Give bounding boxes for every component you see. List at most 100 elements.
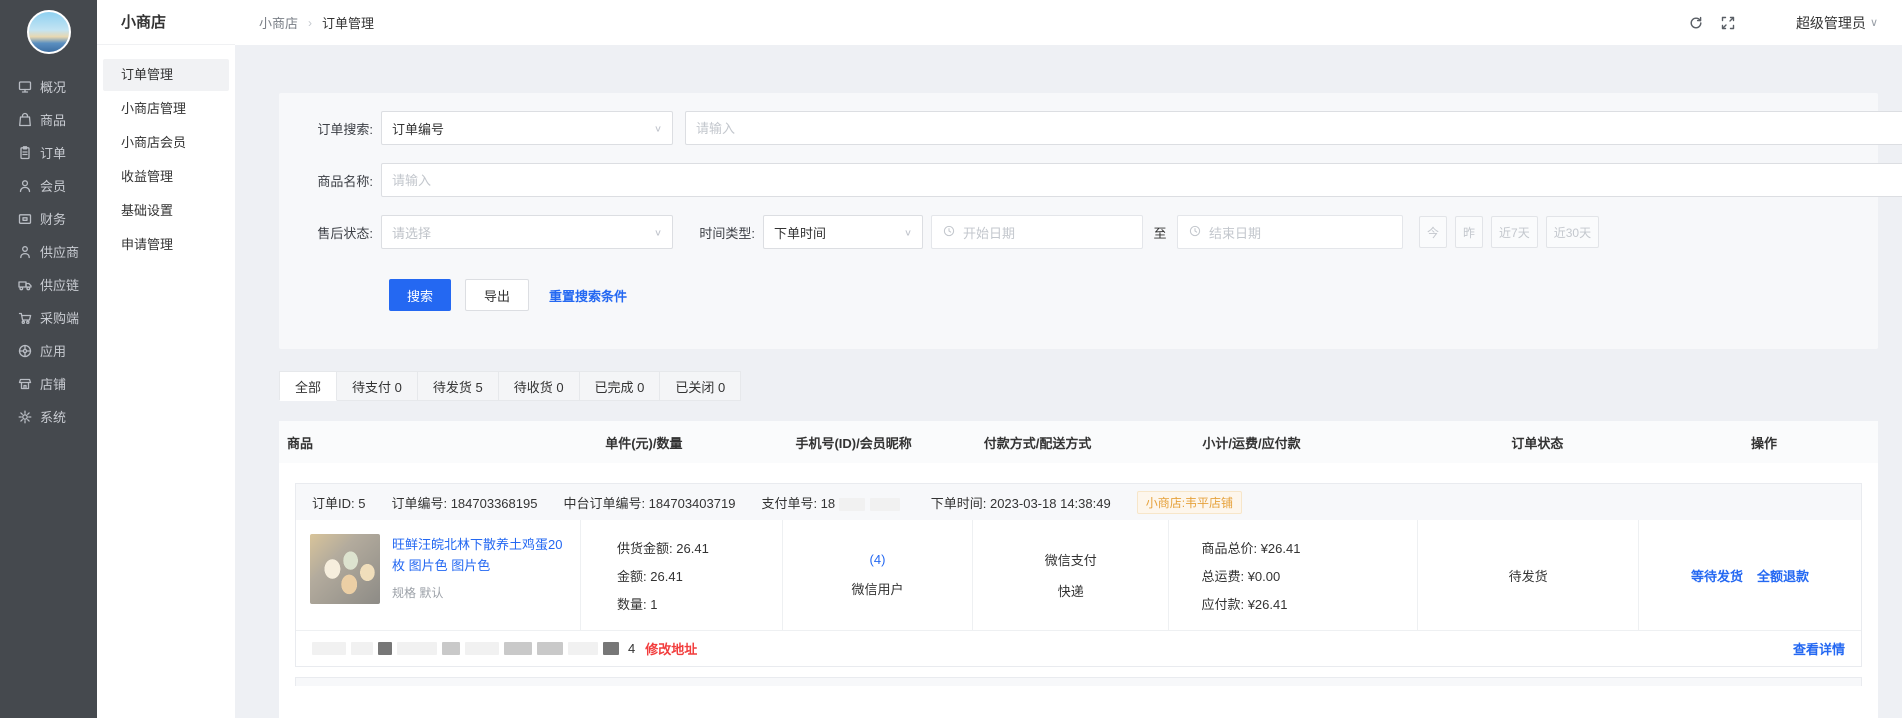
modify-address-link[interactable]: 修改地址 (645, 639, 697, 658)
order-search-input[interactable] (685, 111, 1902, 145)
shipping-total: 总运费: ¥0.00 (1201, 566, 1417, 585)
sidebar-item-supplier[interactable]: 供应商 (0, 235, 97, 268)
content: 订单搜索: 订单编号 ∨ 供应商: 请选择 ∨ 供应链: 请选择 (235, 45, 1902, 718)
tab-pending-shipment[interactable]: 待发货 5 (418, 371, 499, 401)
col-header-member: 手机号(ID)/会员昵称 (775, 433, 969, 452)
sidebar-item-members[interactable]: 会员 (0, 169, 97, 202)
filter-row-1: 订单搜索: 订单编号 ∨ 供应商: 请选择 ∨ 供应链: 请选择 (303, 111, 1854, 145)
breadcrumb-parent[interactable]: 小商店 (259, 13, 298, 32)
submenu-item-revenue-management[interactable]: 收益管理 (103, 161, 229, 193)
order-id: 订单ID: 5 (312, 493, 365, 512)
overview-icon (17, 79, 33, 95)
next-order-block-peek (295, 677, 1862, 686)
sidebar-item-apps[interactable]: 应用 (0, 334, 97, 367)
order-block: 订单ID: 5 订单编号: 184703368195 中台订单编号: 18470… (295, 483, 1862, 667)
delivery-method: 快递 (1058, 581, 1084, 600)
app-logo[interactable] (27, 10, 71, 54)
product-spec: 规格 默认 (392, 584, 568, 601)
status-cell: 待发货 (1417, 520, 1638, 630)
sidebar-item-shop[interactable]: 店铺 (0, 367, 97, 400)
sidebar-item-supply-chain[interactable]: 供应链 (0, 268, 97, 301)
sidebar-item-overview[interactable]: 概况 (0, 70, 97, 103)
sidebar-item-finance[interactable]: 财务 (0, 202, 97, 235)
fullscreen-icon[interactable] (1720, 15, 1736, 31)
chevron-down-icon: ∨ (654, 227, 662, 237)
end-date-input[interactable]: 结束日期 (1177, 215, 1403, 249)
tab-all[interactable]: 全部 (279, 371, 337, 401)
user-avatar[interactable] (1752, 9, 1780, 37)
submenu-item-application-management[interactable]: 申请管理 (103, 229, 229, 261)
product-cell: 旺鲜汪皖北林下散养土鸡蛋20枚 图片色 图片色 规格 默认 (296, 520, 580, 630)
aftersale-select[interactable]: 请选择 ∨ (381, 215, 673, 249)
col-header-actions: 操作 (1650, 433, 1878, 452)
submenu-item-basic-settings[interactable]: 基础设置 (103, 195, 229, 227)
order-search-type-select[interactable]: 订单编号 ∨ (381, 111, 673, 145)
goods-total: 商品总价: ¥26.41 (1201, 538, 1417, 557)
submenu-item-order-management[interactable]: 订单管理 (103, 59, 229, 91)
full-refund-link[interactable]: 全额退款 (1757, 566, 1809, 585)
shortcut-yesterday-button[interactable]: 昨 (1455, 216, 1483, 248)
shop-icon (17, 376, 33, 392)
sidebar-item-orders[interactable]: 订单 (0, 136, 97, 169)
product-image[interactable] (310, 534, 380, 604)
refresh-icon[interactable] (1688, 15, 1704, 31)
start-date-input[interactable]: 开始日期 (931, 215, 1143, 249)
secondary-sidebar: 小商店 订单管理 小商店管理 小商店会员 收益管理 基础设置 申请管理 (97, 0, 235, 718)
tab-pending-payment[interactable]: 待支付 0 (337, 371, 418, 401)
redacted-block (839, 498, 865, 511)
submenu-item-shop-members[interactable]: 小商店会员 (103, 127, 229, 159)
sidebar-item-procurement[interactable]: 采购端 (0, 301, 97, 334)
product-title-link[interactable]: 旺鲜汪皖北林下散养土鸡蛋20枚 图片色 图片色 (392, 534, 568, 577)
reset-filters-link[interactable]: 重置搜索条件 (549, 286, 627, 305)
view-detail-link[interactable]: 查看详情 (1793, 639, 1845, 658)
redacted-block (504, 642, 532, 655)
redacted-block (603, 642, 619, 655)
sidebar-item-label: 应用 (40, 341, 66, 360)
apps-icon (17, 343, 33, 359)
clock-icon (1188, 224, 1202, 241)
time-type-select[interactable]: 下单时间 ∨ (763, 215, 923, 249)
order-number: 订单编号: 184703368195 (391, 493, 537, 512)
primary-sidebar: 概况 商品 订单 会员 财务 供应商 供应链 采购端 (0, 0, 97, 718)
submenu-nav: 订单管理 小商店管理 小商店会员 收益管理 基础设置 申请管理 (97, 45, 235, 261)
shortcut-today-button[interactable]: 今 (1419, 216, 1447, 248)
sidebar-item-label: 供应商 (40, 242, 79, 261)
breadcrumb-current: 订单管理 (322, 13, 374, 32)
tab-completed[interactable]: 已完成 0 (580, 371, 661, 401)
order-status-tabs: 全部 待支付 0 待发货 5 待收货 0 已完成 0 已关闭 0 (279, 371, 1878, 401)
tab-pending-receipt[interactable]: 待收货 0 (499, 371, 580, 401)
search-button[interactable]: 搜索 (389, 279, 451, 311)
filter-row-3: 售后状态: 请选择 ∨ 时间类型: 下单时间 ∨ 开始日期 (303, 215, 1854, 249)
shortcut-last7days-button[interactable]: 近7天 (1491, 216, 1538, 248)
orders-icon (17, 145, 33, 161)
redacted-block (568, 642, 598, 655)
redacted-block (537, 642, 563, 655)
filter-actions: 搜索 导出 重置搜索条件 (389, 279, 1854, 311)
export-button[interactable]: 导出 (465, 279, 529, 311)
redacted-block (351, 642, 373, 655)
order-created-time: 下单时间: 2023-03-18 14:38:49 (931, 493, 1111, 512)
order-meta-row: 订单ID: 5 订单编号: 184703368195 中台订单编号: 18470… (296, 484, 1861, 520)
chevron-down-icon: ∨ (1870, 16, 1878, 29)
submenu-item-shop-management[interactable]: 小商店管理 (103, 93, 229, 125)
date-shortcuts: 今 昨 近7天 近30天 (1419, 216, 1599, 248)
order-product-row: 旺鲜汪皖北林下散养土鸡蛋20枚 图片色 图片色 规格 默认 供货金额: 26.4… (296, 520, 1861, 630)
member-id-link[interactable]: (4) (870, 552, 886, 567)
tab-closed[interactable]: 已关闭 0 (660, 371, 741, 401)
supply-chain-icon (17, 277, 33, 293)
user-menu[interactable]: 超级管理员 ∨ (1796, 13, 1878, 33)
clock-icon (942, 224, 956, 241)
shortcut-last30days-button[interactable]: 近30天 (1546, 216, 1599, 248)
col-header-payment: 付款方式/配送方式 (970, 433, 1171, 452)
order-status-text: 待发货 (1509, 566, 1548, 585)
sidebar-item-system[interactable]: 系统 (0, 400, 97, 433)
sidebar-item-label: 财务 (40, 209, 66, 228)
supplier-icon (17, 244, 33, 260)
topbar: 小商店 › 订单管理 超级管理员 ∨ (235, 0, 1902, 45)
awaiting-ship-link[interactable]: 等待发货 (1691, 566, 1743, 585)
product-name-input[interactable] (381, 163, 1902, 197)
chevron-down-icon: ∨ (904, 227, 912, 237)
sidebar-item-goods[interactable]: 商品 (0, 103, 97, 136)
order-search-label: 订单搜索: (303, 119, 381, 138)
submenu-title: 小商店 (97, 0, 235, 45)
